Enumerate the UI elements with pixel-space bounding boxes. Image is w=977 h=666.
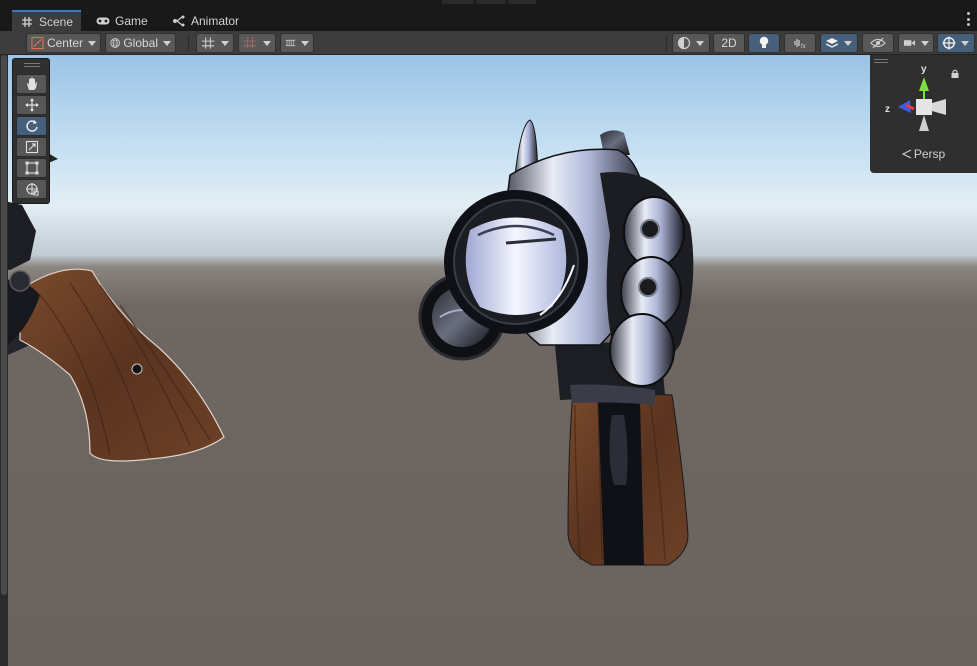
gizmo-icon <box>942 36 956 50</box>
vertical-scrollbar[interactable] <box>0 55 8 666</box>
tab-animator[interactable]: Animator <box>164 10 247 31</box>
scene-toolbar: Center Global 2D fx <box>0 31 977 55</box>
chevron-down-icon <box>301 40 309 46</box>
chevron-down-icon <box>696 40 704 46</box>
z-axis-label: z <box>885 104 890 115</box>
scale-tool-button[interactable] <box>16 137 47 157</box>
shading-icon <box>677 36 691 50</box>
draw-mode-dropdown[interactable] <box>672 33 710 53</box>
scene-window: Scene Game Animator Center Global 2D fx … <box>0 0 977 666</box>
2d-label: 2D <box>721 36 737 50</box>
grid-snap-icon <box>201 37 215 49</box>
tab-label: Scene <box>39 14 74 29</box>
pivot-label: Center <box>46 36 83 50</box>
move-tool-button[interactable] <box>16 95 47 115</box>
space-label: Global <box>123 36 158 50</box>
projection-toggle[interactable]: Persp <box>870 147 977 161</box>
window-strip <box>442 0 474 4</box>
chevron-down-icon <box>163 40 171 46</box>
scroll-thumb[interactable] <box>1 55 7 595</box>
camera-dropdown[interactable] <box>898 33 934 53</box>
more-options-icon[interactable] <box>965 12 971 26</box>
transform-icon <box>25 183 38 196</box>
tools-overlay <box>12 58 50 204</box>
chevron-down-icon <box>263 40 271 46</box>
camera-icon <box>903 40 916 46</box>
space-dropdown[interactable]: Global <box>105 33 176 53</box>
right-revolver-model[interactable] <box>418 119 694 566</box>
transform-tool-button[interactable] <box>16 179 47 199</box>
tab-bar: Scene Game Animator <box>0 0 977 31</box>
move-icon <box>24 98 39 112</box>
pivot-icon <box>31 36 44 50</box>
rotate-icon <box>25 120 38 132</box>
gamepad-icon <box>96 14 110 28</box>
chevron-down-icon <box>88 40 96 46</box>
hand-tool-button[interactable] <box>16 74 47 94</box>
audio-fx-icon: fx <box>794 39 806 49</box>
scale-icon <box>25 140 38 154</box>
axis-gizmo-icon[interactable] <box>894 73 954 137</box>
hand-icon <box>26 77 37 90</box>
effects-dropdown[interactable] <box>820 33 858 53</box>
tab-label: Game <box>115 13 148 28</box>
window-strip <box>508 0 536 4</box>
lighting-toggle[interactable] <box>748 33 780 53</box>
rect-tool-icon <box>25 161 38 175</box>
rect-tool-button[interactable] <box>16 158 47 178</box>
tab-game[interactable]: Game <box>88 10 156 31</box>
divider <box>666 35 667 51</box>
orientation-gizmo-panel: y z Persp <box>870 55 977 173</box>
increment-snap-icon <box>243 37 257 49</box>
gizmos-dropdown[interactable] <box>937 33 975 53</box>
animator-icon <box>172 14 186 28</box>
lightbulb-icon <box>759 36 769 48</box>
window-strip <box>476 0 506 4</box>
tab-scene[interactable]: Scene <box>12 10 82 31</box>
chevron-down-icon <box>921 40 929 46</box>
grid-visibility-button[interactable] <box>280 33 314 53</box>
globe-icon <box>110 38 120 48</box>
drag-handle-icon[interactable] <box>874 59 888 63</box>
eye-slash-icon <box>870 37 886 49</box>
audio-toggle[interactable]: fx <box>784 33 816 53</box>
scene-visibility-toggle[interactable] <box>862 33 894 53</box>
rotate-tool-button[interactable] <box>16 116 47 136</box>
chevron-down-icon <box>961 40 969 46</box>
layers-icon <box>825 38 839 48</box>
ruler-icon <box>285 39 296 47</box>
chevron-down-icon <box>221 40 229 46</box>
increment-snap-button[interactable] <box>238 33 276 53</box>
projection-label: Persp <box>913 147 946 161</box>
svg-text:fx: fx <box>801 44 806 49</box>
perspective-icon <box>901 149 912 159</box>
chevron-down-icon <box>844 40 852 46</box>
divider <box>188 35 189 51</box>
grid-icon <box>20 15 34 29</box>
pivot-dropdown[interactable]: Center <box>26 33 101 53</box>
tab-label: Animator <box>191 13 240 28</box>
scene-render <box>0 119 694 566</box>
scene-viewport[interactable] <box>0 55 977 666</box>
2d-toggle[interactable]: 2D <box>713 33 745 53</box>
grid-snap-button[interactable] <box>196 33 234 53</box>
drag-handle-icon[interactable] <box>24 63 40 67</box>
